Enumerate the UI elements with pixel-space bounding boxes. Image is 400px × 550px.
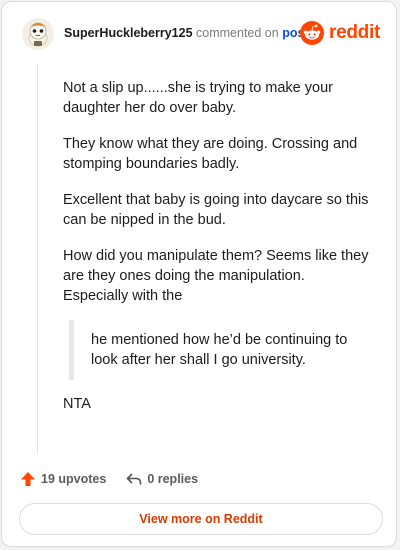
reply-arrow-icon <box>127 473 142 485</box>
comment-paragraph: Not a slip up......she is trying to make… <box>63 80 333 116</box>
upvote-count: 19 upvotes <box>41 472 107 486</box>
username-link[interactable]: SuperHuckleberry125 <box>64 26 193 40</box>
embed-card: SuperHuckleberry125 commented on post re… <box>1 1 397 547</box>
comment-byline: SuperHuckleberry125 commented on post <box>64 26 309 40</box>
replies-button[interactable]: 0 replies <box>126 471 198 487</box>
reddit-wordmark: reddit <box>329 22 380 43</box>
upvote-button[interactable]: 19 upvotes <box>20 471 106 487</box>
action-text: commented on <box>196 26 279 40</box>
comment-body: Not a slip up......she is trying to make… <box>63 78 373 430</box>
comment-actions: 19 upvotes 0 replies <box>20 468 198 490</box>
user-avatar-icon[interactable] <box>22 18 54 50</box>
comment-paragraph: They know what they are doing. Crossing … <box>63 136 358 172</box>
comment-paragraph: Excellent that baby is going into daycar… <box>63 192 369 228</box>
reddit-logo[interactable]: reddit <box>300 21 380 45</box>
comment-closing: NTA <box>63 396 91 412</box>
reply-count: 0 replies <box>147 472 199 486</box>
blockquote: he mentioned how he’d be continuing to l… <box>69 320 373 380</box>
comment-paragraph: How did you manipulate them? Seems like … <box>63 248 369 304</box>
upvote-arrow-icon <box>21 472 35 486</box>
quote-text: he mentioned how he’d be continuing to l… <box>91 332 348 368</box>
comment-header: SuperHuckleberry125 commented on post re… <box>22 18 382 54</box>
view-more-button[interactable]: View more on Reddit <box>19 503 383 535</box>
reddit-logo-icon <box>300 21 325 45</box>
thread-line <box>37 64 38 454</box>
